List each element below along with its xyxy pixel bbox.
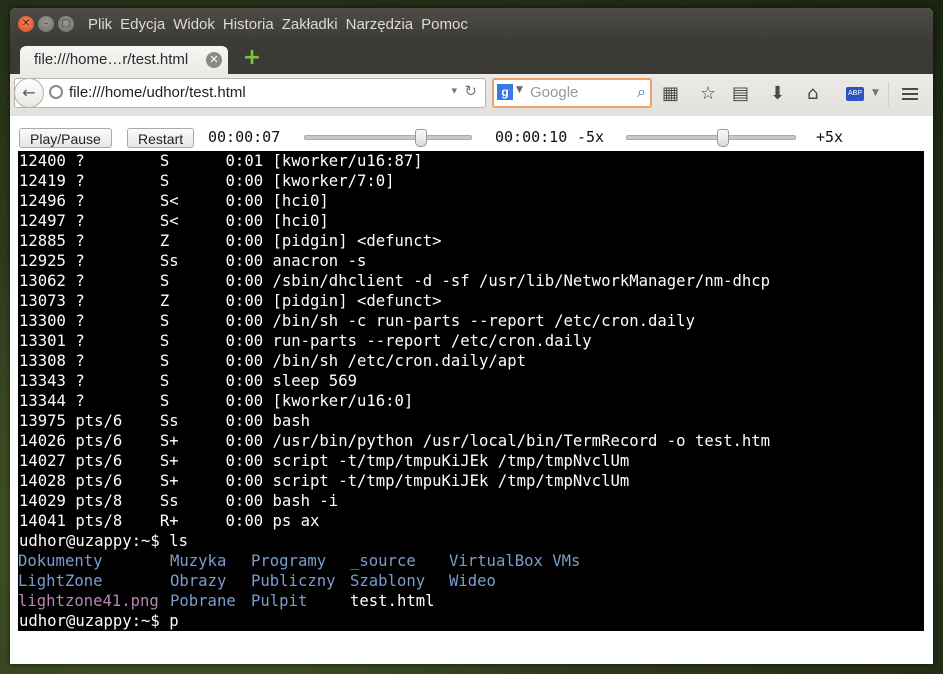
toolbar-separator: [888, 82, 889, 106]
menu-item-pomoc[interactable]: Pomoc: [421, 16, 468, 33]
search-placeholder: Google: [530, 84, 579, 101]
terminal-line: udhor@uzappy:~$ ls: [19, 532, 188, 550]
restart-button[interactable]: Restart: [127, 128, 195, 148]
close-tab-icon[interactable]: ✕: [206, 52, 222, 68]
menu-item-plik[interactable]: Plik: [88, 16, 112, 33]
globe-icon[interactable]: [49, 85, 63, 99]
ls-entry-dir: Dokumenty: [18, 552, 103, 570]
adblock-dropdown-icon[interactable]: ▼: [872, 88, 879, 98]
ls-entry-dir: Pulpit: [251, 592, 308, 610]
terminal-lines: 12400 ? S 0:01 [kworker/u16:87] 12419 ? S…: [18, 151, 924, 551]
page-content: Play/Pause Restart 00:00:07 00:00:10 -5x…: [10, 116, 933, 664]
ls-row: Dokumenty Muzyka Programy _source VirtualBox…: [18, 551, 924, 571]
magnifier-icon[interactable]: ⌕: [637, 82, 646, 102]
total-time: 00:00:10: [495, 128, 568, 146]
ls-entry-file: test.html: [350, 592, 435, 610]
navigation-toolbar: ← file:///home/udhor/test.html ▾ ↻ g ▼ G…: [10, 74, 933, 117]
menu-item-edycja[interactable]: Edycja: [120, 16, 165, 33]
speed-min-label: -5x: [577, 128, 605, 146]
close-window-button[interactable]: ✕: [18, 16, 34, 32]
player-controls: Play/Pause Restart 00:00:07 00:00:10 -5x…: [10, 116, 933, 150]
terminal-line: 13062 ? S 0:00 /sbin/dhclient -d -sf /us…: [19, 272, 771, 290]
ls-entry-img: lightzone41.png: [18, 592, 159, 610]
tab-test-html[interactable]: file:///home…r/test.html ✕: [20, 46, 228, 74]
terminal-line: 13344 ? S 0:00 [kworker/u16:0]: [19, 392, 414, 410]
menu-item-narzedzia[interactable]: Narzędzia: [346, 16, 414, 33]
terminal-line: 12497 ? S< 0:00 [hci0]: [19, 212, 329, 230]
terminal-line: 14027 pts/6 S+ 0:00 script -t/tmp/tmpuKi…: [19, 452, 630, 470]
url-history-dropdown-icon[interactable]: ▾: [451, 84, 457, 97]
tab-strip: file:///home…r/test.html ✕ +: [10, 42, 933, 74]
ls-entry-dir: LightZone: [18, 572, 103, 590]
terminal-line: 12400 ? S 0:01 [kworker/u16:87]: [19, 152, 423, 170]
menu-bar: Plik Edycja Widok Historia Zakładki Narz…: [88, 16, 476, 33]
ls-entry-dir: Obrazy: [170, 572, 227, 590]
new-tab-plus-icon[interactable]: +: [242, 47, 262, 69]
bookmark-star-icon[interactable]: ☆: [700, 83, 716, 104]
progress-slider[interactable]: [304, 129, 472, 147]
title-bar: ✕ – ▢ Plik Edycja Widok Historia Zakładk…: [10, 8, 933, 42]
progress-slider-thumb[interactable]: [415, 129, 428, 147]
speed-max-label: +5x: [816, 128, 844, 146]
terminal-line: 14029 pts/8 Ss 0:00 bash -i: [19, 492, 339, 510]
terminal-line: 13073 ? Z 0:00 [pidgin] <defunct>: [19, 292, 442, 310]
terminal-line: 12496 ? S< 0:00 [hci0]: [19, 192, 329, 210]
adblock-plus-icon[interactable]: ABP: [846, 87, 864, 101]
terminal-line: 12925 ? Ss 0:00 anacron -s: [19, 252, 367, 270]
ls-entry-dir: Pobrane: [170, 592, 236, 610]
menu-item-historia[interactable]: Historia: [223, 16, 274, 33]
google-logo-icon[interactable]: g: [497, 84, 513, 100]
maximize-window-button[interactable]: ▢: [58, 16, 74, 32]
url-bar[interactable]: ← file:///home/udhor/test.html ▾ ↻: [14, 78, 486, 108]
ls-row: LightZone Obrazy Publiczny Szablony Wideo: [18, 571, 924, 591]
prompt-line: udhor@uzappy:~$ p: [19, 612, 179, 630]
terminal-line: 13308 ? S 0:00 /bin/sh /etc/cron.daily/a…: [19, 352, 526, 370]
ls-entry-dir: _source: [350, 552, 416, 570]
ls-row: lightzone41.png Pobrane Pulpit test.html: [18, 591, 924, 611]
minimize-window-button[interactable]: –: [38, 16, 54, 32]
terminal-line: 13300 ? S 0:00 /bin/sh -c run-parts --re…: [19, 312, 695, 330]
ls-entry-dir: Publiczny: [251, 572, 336, 590]
browser-window: ✕ – ▢ Plik Edycja Widok Historia Zakładk…: [10, 8, 933, 664]
ls-entry-dir: Programy: [251, 552, 327, 570]
hamburger-menu-icon[interactable]: [902, 88, 918, 100]
terminal-line: 13301 ? S 0:00 run-parts --report /etc/c…: [19, 332, 592, 350]
ls-entry-dir: Wideo: [449, 572, 496, 590]
bookmarks-menu-icon[interactable]: ▤: [732, 83, 749, 104]
terminal-line: 13975 pts/6 Ss 0:00 bash: [19, 412, 311, 430]
search-input[interactable]: g ▼ Google ⌕: [492, 78, 652, 108]
terminal-line: 14026 pts/6 S+ 0:00 /usr/bin/python /usr…: [19, 432, 771, 450]
ls-entry-dir: VirtualBox VMs: [449, 552, 581, 570]
terminal-line: 14041 pts/8 R+ 0:00 ps ax: [19, 512, 320, 530]
menu-item-widok[interactable]: Widok: [173, 16, 215, 33]
url-text[interactable]: file:///home/udhor/test.html: [69, 84, 246, 101]
ls-entry-dir: Szablony: [350, 572, 426, 590]
current-time: 00:00:07: [208, 128, 281, 146]
home-icon[interactable]: ⌂: [807, 83, 818, 104]
speed-slider-thumb[interactable]: [716, 129, 729, 147]
ls-entry-dir: Muzyka: [170, 552, 227, 570]
terminal-line: 12885 ? Z 0:00 [pidgin] <defunct>: [19, 232, 442, 250]
search-engine-dropdown-icon[interactable]: ▼: [516, 85, 523, 95]
tab-title: file:///home…r/test.html: [34, 51, 189, 68]
back-arrow-icon[interactable]: ←: [14, 78, 44, 108]
terminal-line: 14028 pts/6 S+ 0:00 script -t/tmp/tmpuKi…: [19, 472, 630, 490]
terminal-line: 12419 ? S 0:00 [kworker/7:0]: [19, 172, 395, 190]
menu-item-zakladki[interactable]: Zakładki: [282, 16, 338, 33]
reload-icon[interactable]: ↻: [464, 82, 477, 100]
speed-slider[interactable]: [626, 129, 796, 147]
terminal-line: 13343 ? S 0:00 sleep 569: [19, 372, 357, 390]
ls-listing: Dokumenty Muzyka Programy _source VirtualBox…: [18, 551, 924, 611]
play-pause-button[interactable]: Play/Pause: [19, 128, 112, 148]
top-sites-grid-icon[interactable]: ▦: [662, 83, 679, 104]
downloads-arrow-icon[interactable]: ⬇: [770, 83, 785, 104]
terminal-output: 12400 ? S 0:01 [kworker/u16:87] 12419 ? S…: [18, 151, 924, 631]
